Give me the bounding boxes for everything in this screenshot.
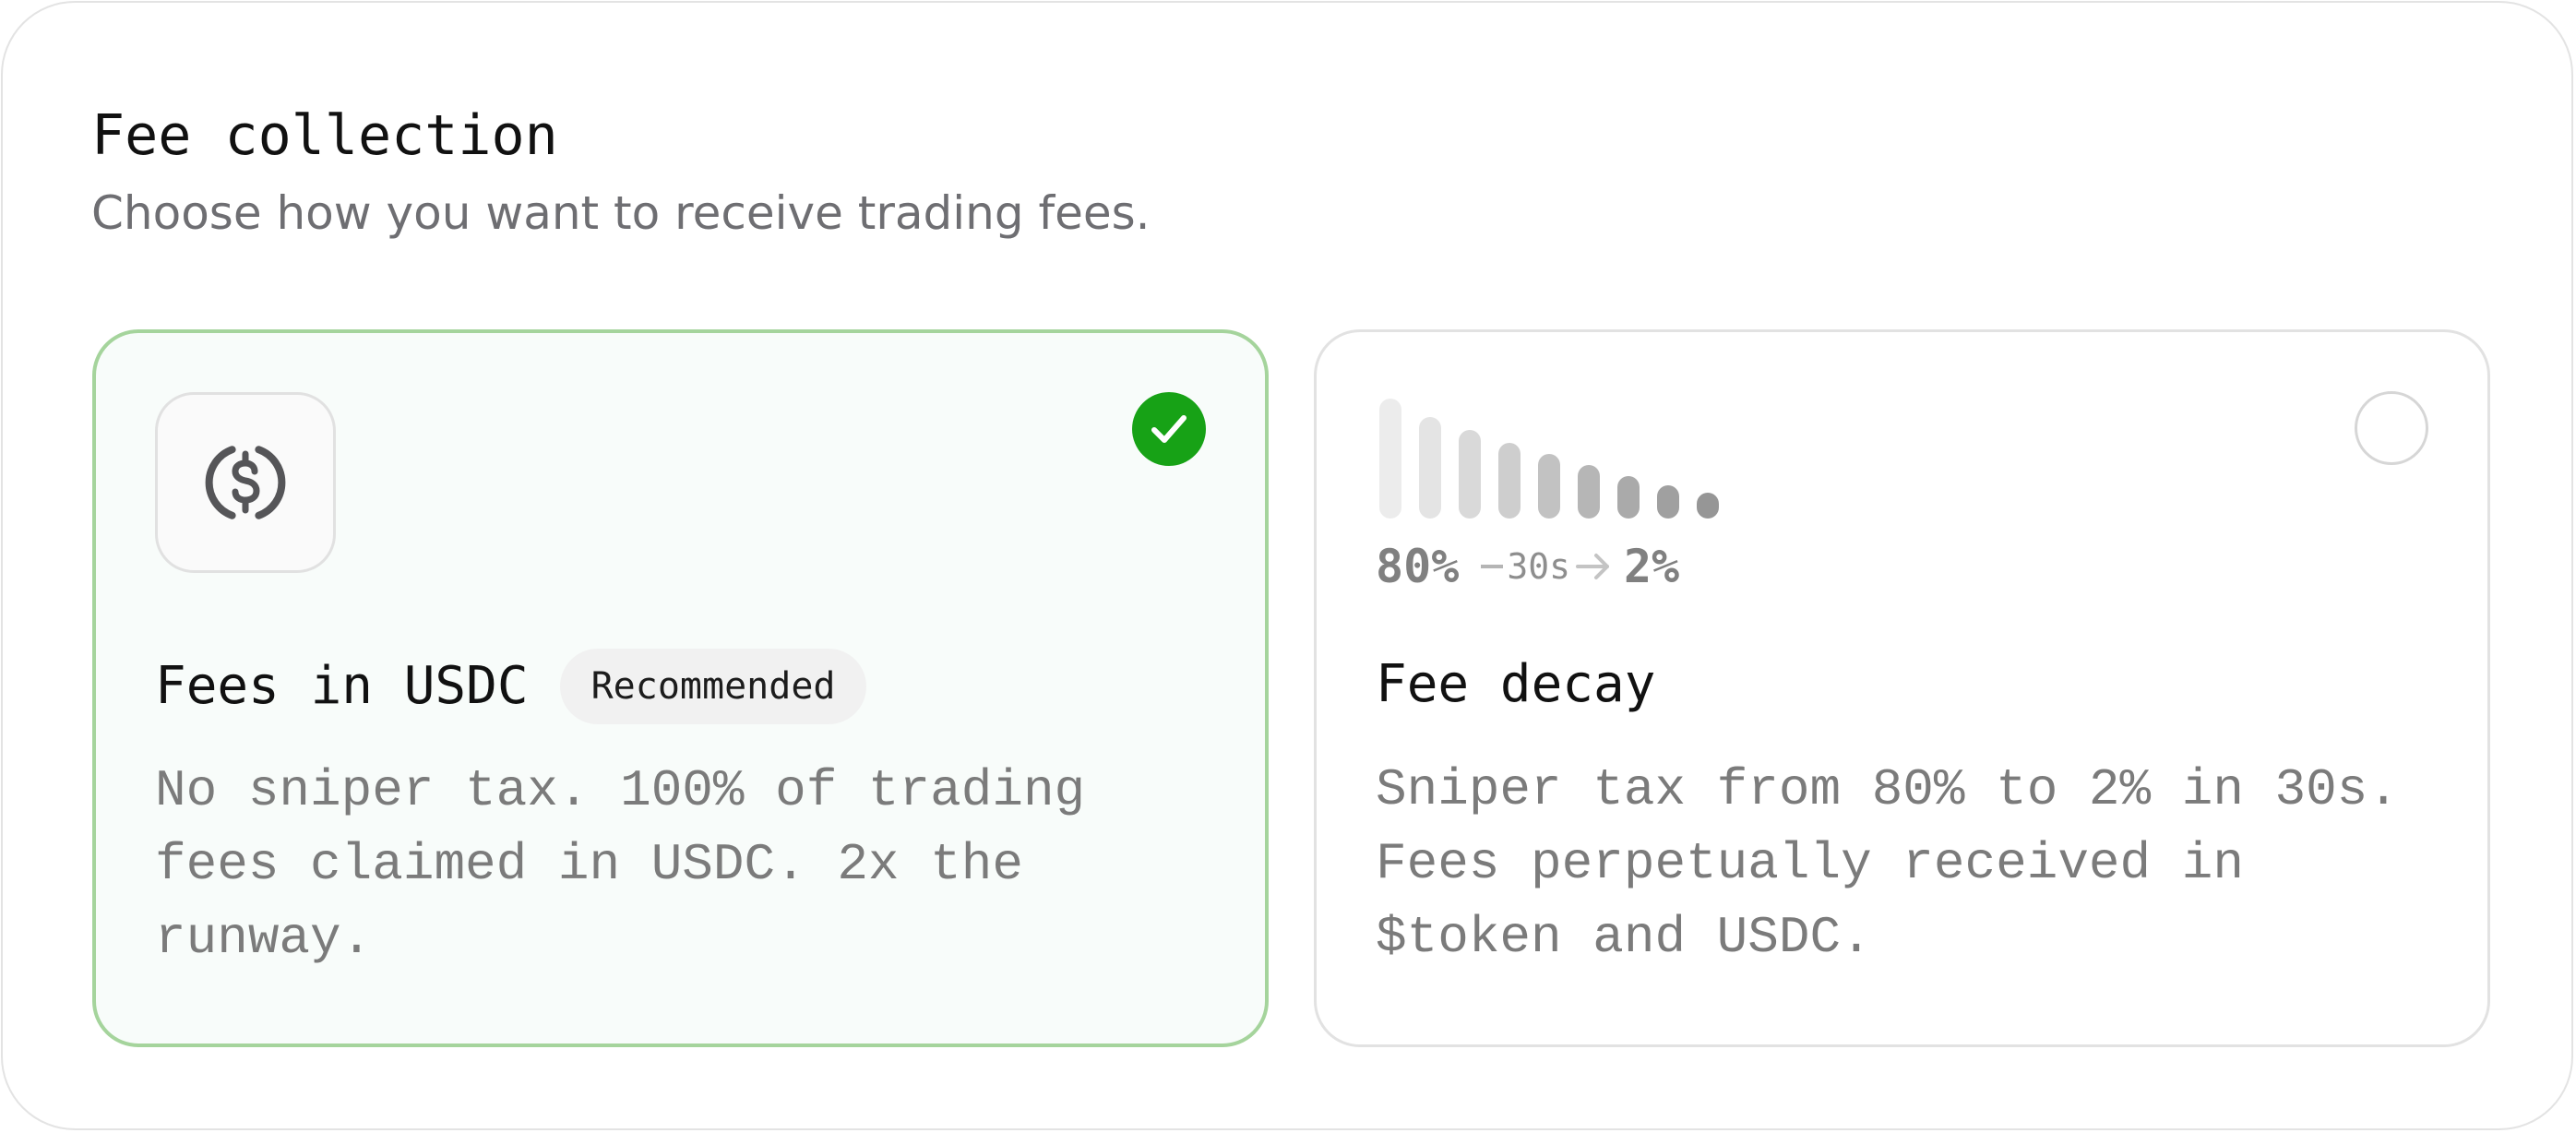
dash-icon [1481,565,1504,568]
decay-from-value: 80% [1376,540,1460,593]
option-card-fees-in-usdc[interactable]: Fees in USDC Recommended No sniper tax. … [92,329,1269,1047]
option-title: Fees in USDC [155,656,529,716]
usdc-coin-icon [205,446,286,519]
usdc-icon-container [155,392,336,573]
decay-to-value: 2% [1623,540,1680,593]
option-description: Sniper tax from 80% to 2% in 30s. Fees p… [1376,760,2399,967]
option-title-row: Fee decay [1376,648,1655,722]
fee-collection-panel: Fee collection Choose how you want to re… [1,1,2573,1130]
decay-bars-icon [1379,399,1730,519]
decay-duration: 30s [1507,546,1570,587]
recommended-badge: Recommended [559,649,867,724]
decay-summary: 80% 30s 2% [1376,537,1679,596]
unselected-radio[interactable] [2355,391,2428,465]
arrow-right-icon [1575,554,1609,579]
option-title-row: Fees in USDC Recommended [155,649,867,724]
section-title: Fee collection [91,103,558,168]
option-card-fee-decay[interactable]: 80% 30s 2% Fee decay Sniper tax from 80%… [1314,329,2490,1047]
section-subtitle: Choose how you want to receive trading f… [91,186,1151,240]
selected-check-icon [1132,392,1206,466]
option-title: Fee decay [1376,654,1656,714]
option-description: No sniper tax. 100% of trading fees clai… [155,761,1086,968]
